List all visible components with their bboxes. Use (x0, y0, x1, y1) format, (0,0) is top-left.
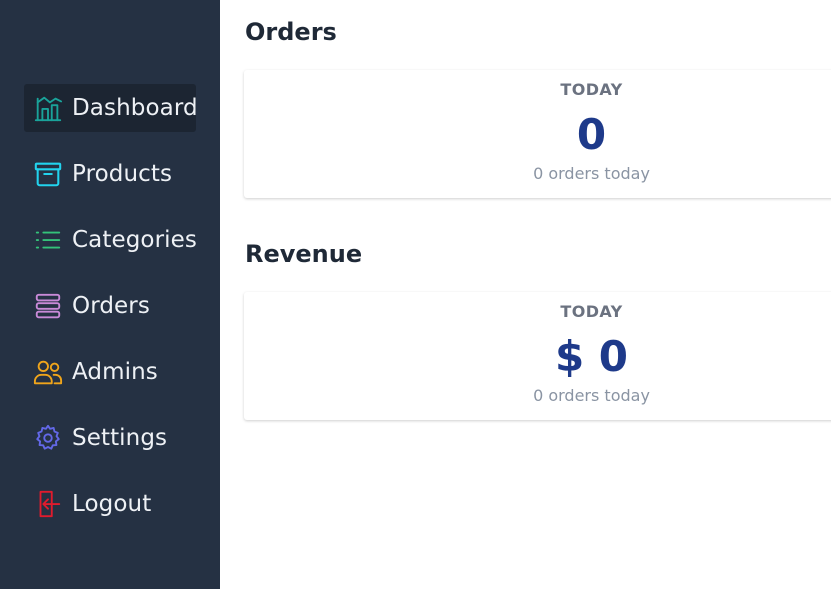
home-chart-icon (32, 92, 64, 124)
archive-box-icon (32, 158, 64, 190)
stack-icon (32, 290, 64, 322)
orders-subtitle: 0 orders today (533, 164, 650, 183)
revenue-title: Revenue (245, 240, 363, 268)
sidebar-item-label: Orders (72, 293, 150, 319)
app: Dashboard Products Categories Orders Adm… (0, 0, 831, 589)
revenue-card: TODAY $ 0 0 orders today (244, 292, 831, 420)
sidebar-item-label: Settings (72, 425, 168, 451)
sidebar-item-label: Dashboard (72, 95, 198, 121)
revenue-subtitle: 0 orders today (533, 386, 650, 405)
orders-title: Orders (245, 18, 337, 46)
sidebar-item-label: Categories (72, 227, 197, 253)
orders-count: 0 (576, 110, 607, 159)
sidebar-item-label: Products (72, 161, 173, 187)
sidebar-item-dashboard[interactable]: Dashboard (24, 84, 198, 132)
sidebar: Dashboard Products Categories Orders Adm… (0, 0, 220, 589)
revenue-period-label: TODAY (560, 302, 623, 321)
sidebar-item-label: Logout (72, 491, 152, 517)
sidebar-item-logout[interactable]: Logout (24, 480, 196, 528)
orders-card: TODAY 0 0 orders today (244, 70, 831, 198)
sidebar-item-label: Admins (72, 359, 158, 385)
sidebar-item-orders[interactable]: Orders (24, 282, 196, 330)
users-icon (32, 356, 64, 388)
logout-icon (32, 488, 64, 520)
sidebar-item-admins[interactable]: Admins (24, 348, 196, 396)
sidebar-item-products[interactable]: Products (24, 150, 196, 198)
sidebar-item-settings[interactable]: Settings (24, 414, 196, 462)
gear-icon (32, 422, 64, 454)
list-icon (32, 224, 64, 256)
revenue-amount: $ 0 (554, 332, 629, 381)
main-content: Orders TODAY 0 0 orders today Revenue TO… (220, 0, 831, 589)
orders-period-label: TODAY (560, 80, 623, 99)
sidebar-item-categories[interactable]: Categories (24, 216, 197, 264)
